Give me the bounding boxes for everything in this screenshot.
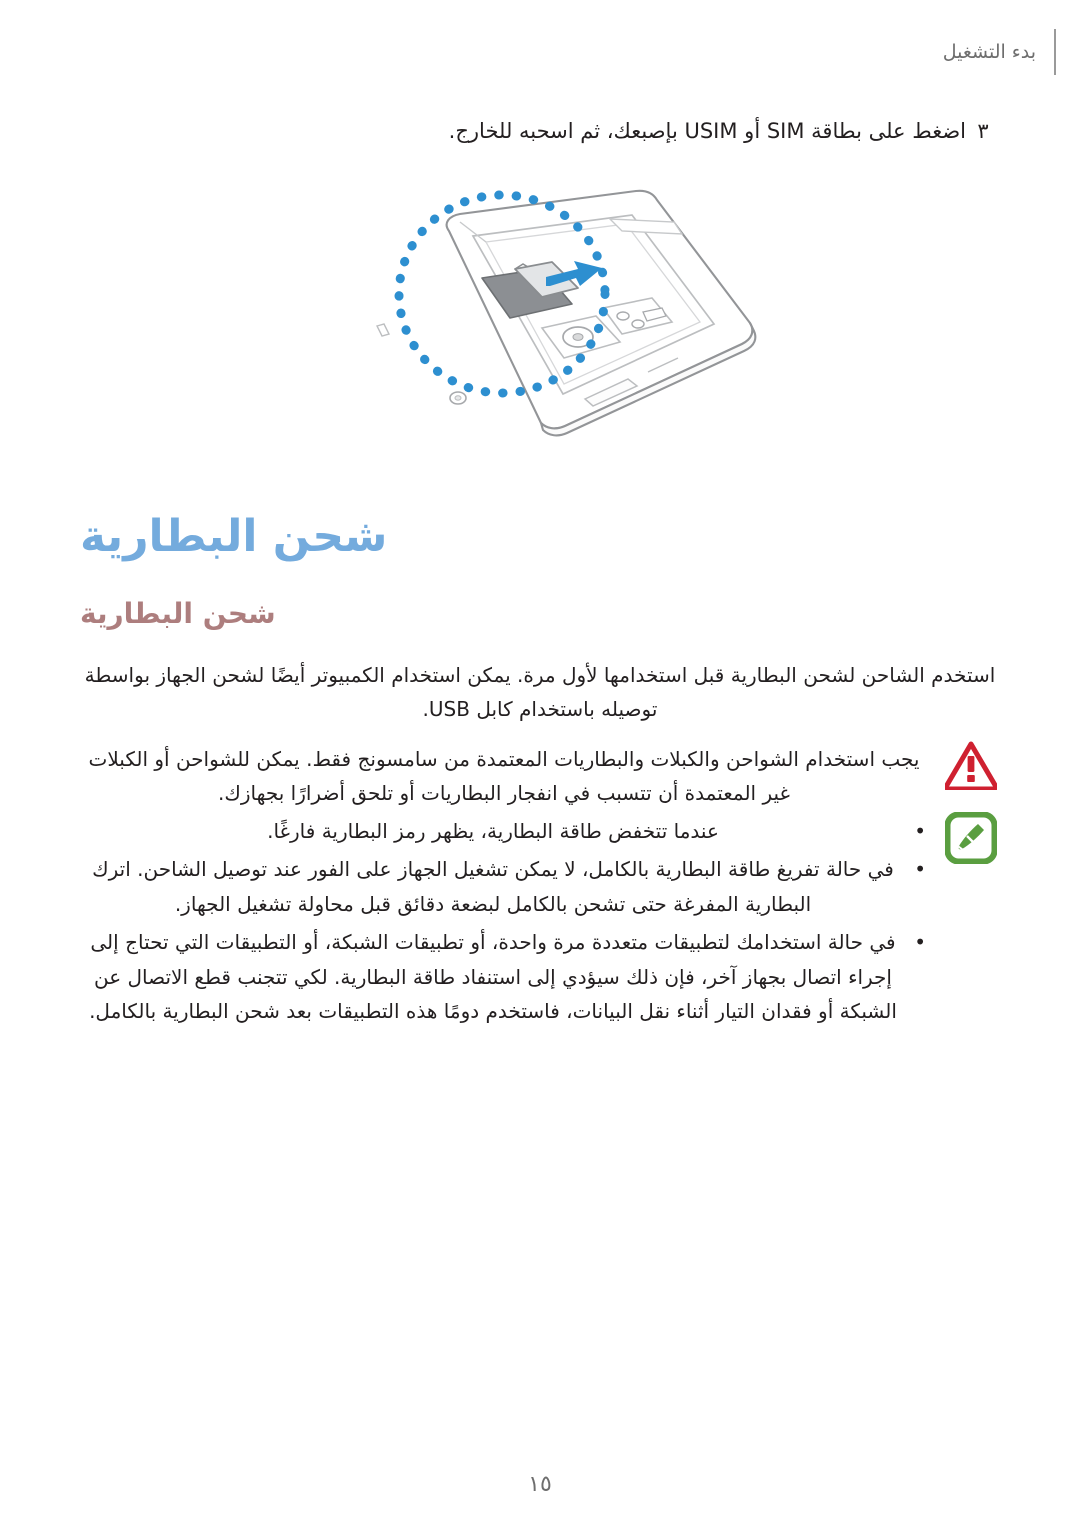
section-heading-level-1: شحن البطارية bbox=[80, 511, 388, 562]
list-item: في حالة استخدامك لتطبيقات متعددة مرة واح… bbox=[80, 925, 928, 1028]
warning-callout: يجب استخدام الشواحن والكبلات والبطاريات … bbox=[80, 740, 1000, 811]
header-divider-rule bbox=[1054, 29, 1056, 75]
step-text: اضغط على بطاقة SIM أو USIM بإصبعك، ثم اس… bbox=[448, 119, 966, 143]
note-callout: عندما تتخفض طاقة البطارية، يظهر رمز البط… bbox=[80, 812, 1000, 1032]
note-body: عندما تتخفض طاقة البطارية، يظهر رمز البط… bbox=[80, 812, 928, 1032]
page-header: بدء التشغيل bbox=[0, 28, 1080, 76]
intro-paragraph: استخدم الشاحن لشحن البطارية قبل استخدامه… bbox=[84, 663, 996, 722]
phone-illustration-svg bbox=[375, 189, 757, 437]
page-number: ١٥ bbox=[528, 1472, 552, 1497]
note-bullet-list: عندما تتخفض طاقة البطارية، يظهر رمز البط… bbox=[80, 814, 928, 1028]
note-pencil-icon bbox=[942, 812, 1000, 870]
list-item: في حالة تفريغ طاقة البطارية بالكامل، لا … bbox=[80, 852, 928, 921]
step-number: ٣ bbox=[977, 119, 989, 143]
section-heading-level-2: شحن البطارية bbox=[80, 597, 276, 630]
warning-triangle-icon bbox=[942, 740, 1000, 798]
warning-text: يجب استخدام الشواحن والكبلات والبطاريات … bbox=[88, 747, 920, 806]
list-item: عندما تتخفض طاقة البطارية، يظهر رمز البط… bbox=[80, 814, 928, 849]
phone-sim-card-removal-diagram bbox=[0, 176, 1080, 446]
step-row-3: ٣ اضغط على بطاقة SIM أو USIM بإصبعك، ثم … bbox=[80, 116, 1000, 146]
header-chapter-title: بدء التشغيل bbox=[942, 40, 1036, 63]
